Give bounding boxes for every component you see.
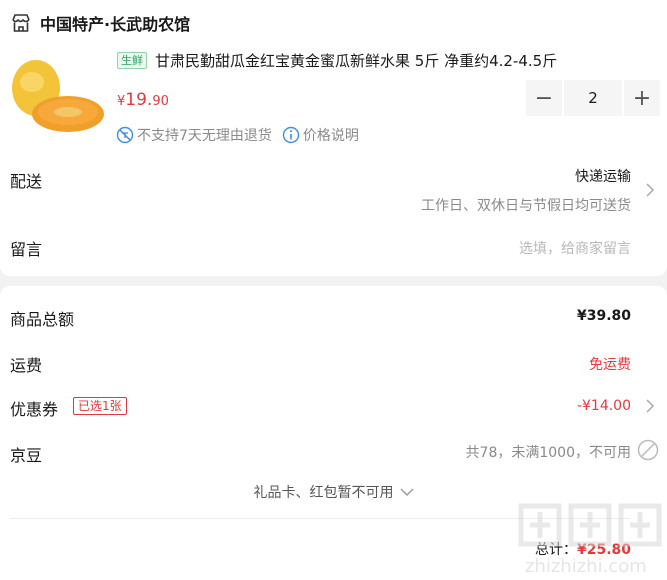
watermark-logo: zhizhizhi.com (518, 503, 662, 577)
delivery-schedule[interactable]: 工作日、双休日与节假日均可送货 (421, 195, 631, 215)
quantity-field[interactable]: 2 (564, 80, 622, 116)
shop-name[interactable]: 中国特产·长武助农馆 (40, 11, 190, 35)
store-icon (12, 14, 30, 32)
goods-total-label: 商品总额 (10, 310, 75, 329)
product-title[interactable]: 甘肃民勤甜瓜金红宝黄金蜜瓜新鲜水果 5斤 净重约4.2-4.5斤 (155, 50, 557, 71)
coupon-badge: 已选1张 (73, 397, 127, 415)
coupon-label: 优惠券 (10, 400, 59, 419)
quantity-stepper: − 2 + (526, 80, 660, 116)
jd-beans-label: 京豆 (10, 446, 43, 465)
chevron-down-icon (400, 488, 413, 496)
gift-card-row[interactable]: 礼品卡、红包暂不可用 (0, 482, 667, 502)
delivery-method[interactable]: 快递运输 (575, 166, 631, 186)
price-decimal: 90 (152, 94, 169, 109)
info-icon[interactable] (282, 126, 300, 144)
delivery-label: 配送 (10, 172, 43, 191)
price-integer: 19. (125, 90, 153, 110)
product-notes: 不支持7天无理由退货 价格说明 (116, 125, 359, 145)
product-image[interactable] (8, 56, 104, 136)
product-title-row: 生鲜 甘肃民勤甜瓜金红宝黄金蜜瓜新鲜水果 5斤 净重约4.2-4.5斤 (117, 50, 657, 71)
price-explanation-link[interactable]: 价格说明 (303, 125, 359, 145)
freight-value: 免运费 (589, 357, 631, 373)
no-return-note: 不支持7天无理由退货 (137, 128, 272, 144)
chevron-right-icon[interactable] (645, 398, 655, 414)
gift-card-text: 礼品卡、红包暂不可用 (253, 485, 394, 501)
freight-label: 运费 (10, 356, 43, 375)
chevron-right-icon[interactable] (645, 182, 655, 198)
fresh-tag: 生鲜 (117, 52, 147, 69)
increase-button[interactable]: + (624, 80, 660, 116)
message-label: 留言 (10, 240, 43, 259)
goods-total-value: ¥39.80 (576, 308, 631, 324)
disabled-icon (637, 439, 659, 461)
shop-header[interactable]: 中国特产·长武助农馆 (10, 10, 190, 36)
product-price: ¥19.90 (117, 90, 169, 110)
coupon-value[interactable]: -¥14.00 (577, 398, 631, 414)
no-return-icon (116, 126, 134, 144)
message-input[interactable]: 选填，给商家留言 (519, 238, 631, 258)
svg-text:zhizhizhi.com: zhizhizhi.com (525, 556, 647, 577)
jd-beans-status: 共78，未满1000，不可用 (465, 445, 631, 461)
decrease-button[interactable]: − (526, 80, 562, 116)
